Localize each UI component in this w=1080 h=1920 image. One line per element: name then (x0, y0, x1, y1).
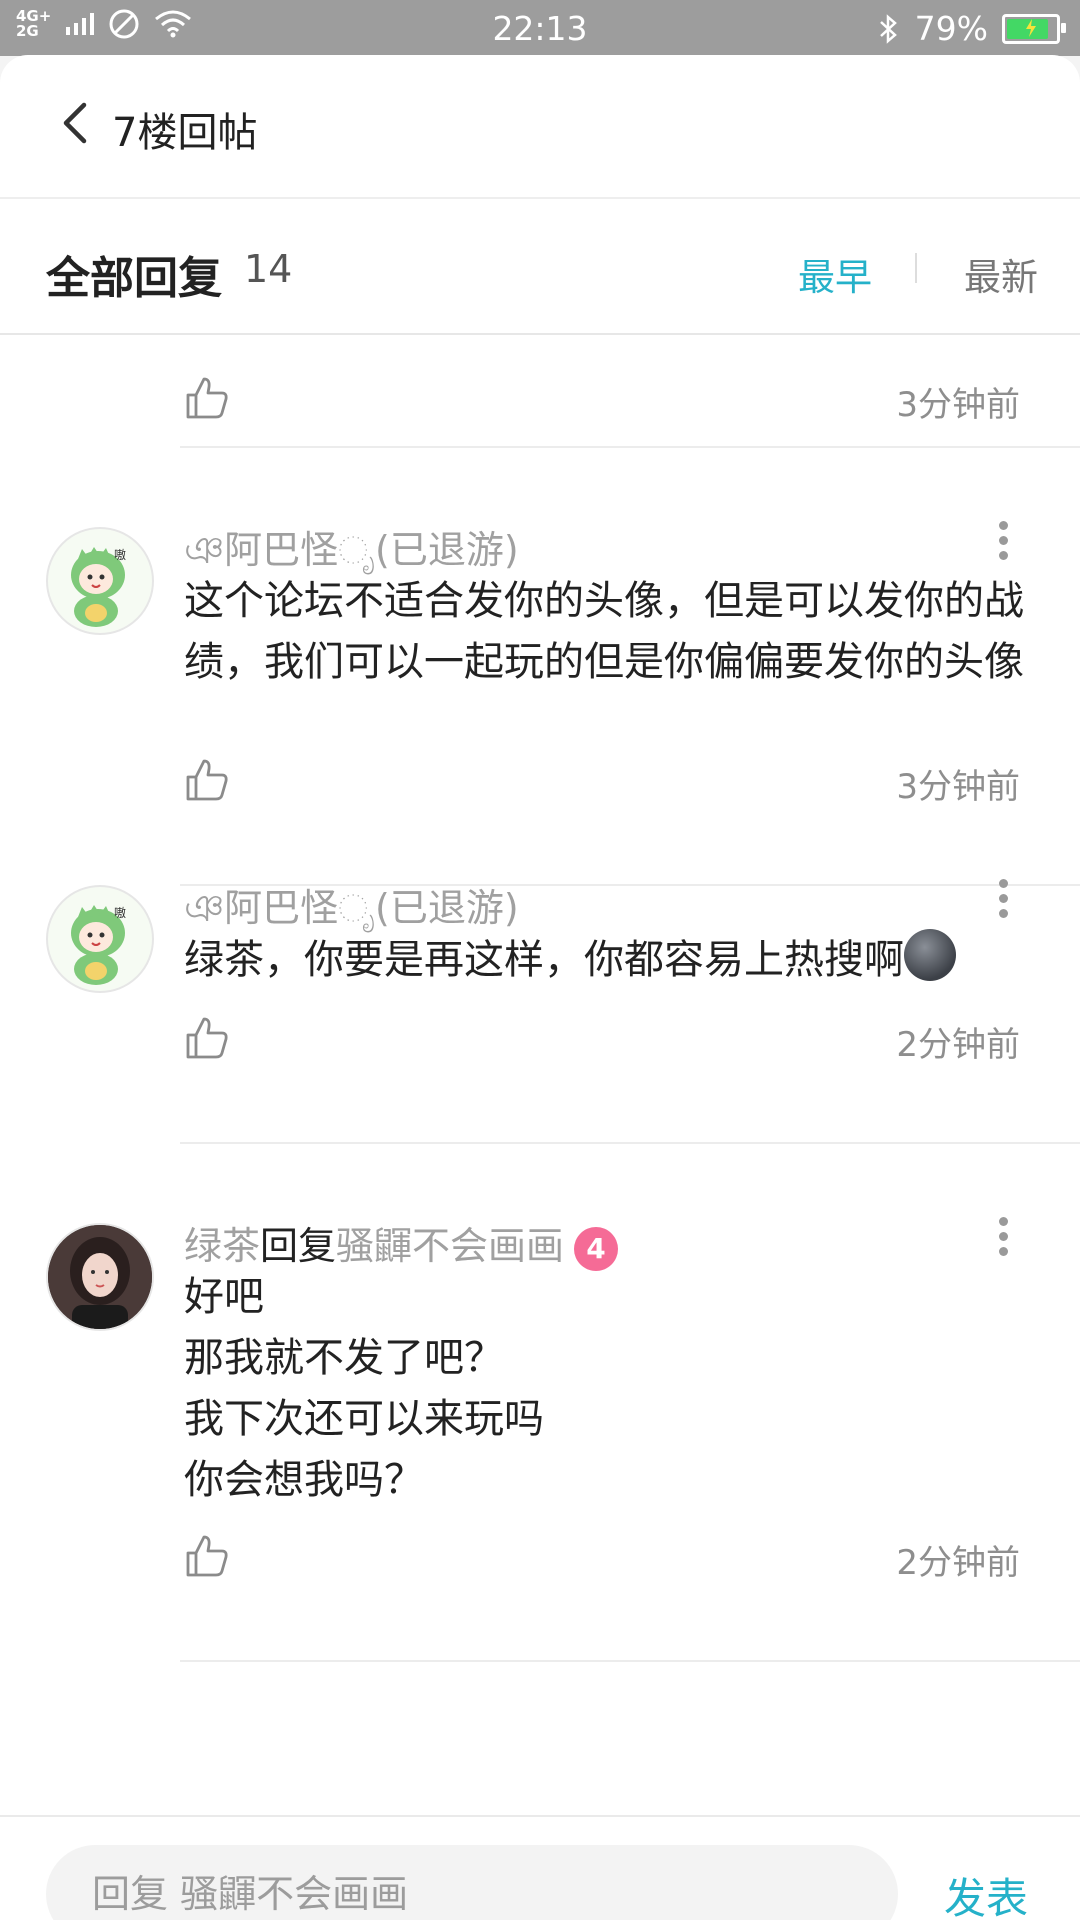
divider (180, 446, 1080, 448)
sort-newest-tab[interactable]: 最新 (964, 247, 1038, 301)
new-moon-emoji-icon (904, 929, 956, 981)
post-text: 绿茶，你要是再这样，你都容易上热搜啊 (184, 937, 904, 983)
svg-text:嗷: 嗷 (114, 548, 126, 562)
status-bar: 4G+ 2G 22:13 79% (0, 0, 1080, 56)
list-item: 嗷 ঞ阿巴怪ೃ(已退游) 这个论坛不适合发你的头像，但是可以发你的战绩，我们可以… (0, 521, 1080, 965)
reply-bar: 发表 (0, 1815, 1080, 1920)
page-title: 7楼回帖 (112, 110, 258, 156)
avatar[interactable]: 嗷 (46, 885, 154, 993)
divider (180, 1142, 1080, 1144)
level-badge: 4 (574, 1226, 619, 1271)
avatar[interactable]: 嗷 (46, 527, 154, 635)
avatar[interactable] (46, 1223, 154, 1331)
like-icon[interactable] (184, 757, 230, 803)
more-options-button[interactable] (996, 1217, 1010, 1257)
reply-sheet: 7楼回帖 全部回复 14 最早 最新 3分钟前 嗷 ঞ阿巴怪ೃ(已退游) 这个论… (0, 55, 1080, 1920)
post-time: 3分钟前 (896, 385, 1020, 425)
battery-tip (1061, 22, 1066, 33)
more-options-button[interactable] (996, 521, 1010, 561)
like-icon[interactable] (184, 375, 230, 421)
post-time: 2分钟前 (896, 1543, 1020, 1583)
user-photo-avatar-icon (48, 1225, 152, 1329)
battery-icon (1002, 13, 1066, 44)
send-button[interactable]: 发表 (944, 1865, 1028, 1920)
content-line: 你会想我吗？ (184, 1457, 424, 1503)
all-replies-label: 全部回复 (46, 253, 222, 304)
more-options-button[interactable] (996, 879, 1010, 919)
post-time: 3分钟前 (896, 767, 1020, 807)
sort-divider (915, 253, 917, 283)
author-name[interactable]: 绿茶 (184, 1224, 260, 1268)
content-line: 我下次还可以来玩吗 (184, 1396, 544, 1442)
list-item: 3分钟前 (0, 335, 1080, 527)
reply-count: 14 (244, 247, 293, 291)
post-time: 2分钟前 (896, 1025, 1020, 1065)
dinosaur-avatar-icon: 嗷 (71, 547, 126, 627)
battery-percent: 79% (914, 9, 988, 48)
reply-word: 回复 (260, 1224, 337, 1268)
bluetooth-icon (879, 13, 897, 44)
like-icon[interactable] (184, 1015, 230, 1061)
reply-header: 绿茶回复骚鼲不会画画 4 (184, 1215, 619, 1271)
divider (180, 1660, 1080, 1662)
charging-icon (1026, 18, 1036, 37)
content-line: 那我就不发了吧？ (184, 1335, 504, 1381)
svg-text:嗷: 嗷 (114, 906, 126, 920)
reply-input[interactable] (46, 1845, 898, 1920)
post-content: 这个论坛不适合发你的头像，但是可以发你的战绩，我们可以一起玩的但是你偏偏要发你的… (184, 578, 1024, 685)
reply-target-name[interactable]: 骚鼲不会画画 (336, 1224, 564, 1268)
reply-list[interactable]: 3分钟前 嗷 ঞ阿巴怪ೃ(已退游) 这个论坛不适合发你的头像，但是可以发你的战绩… (0, 335, 1080, 1701)
post-content: 好吧 那我就不发了吧？ 我下次还可以来玩吗 你会想我吗？ (184, 1267, 1034, 1511)
like-icon[interactable] (184, 1533, 230, 1579)
status-right: 79% (877, 9, 1066, 48)
content-line: 好吧 (184, 1274, 264, 1320)
back-button[interactable] (52, 97, 104, 149)
sort-earliest-tab[interactable]: 最早 (798, 247, 872, 301)
list-item: 绿茶回复骚鼲不会画画 4 好吧 那我就不发了吧？ 我下次还可以来玩吗 你会想我吗？… (0, 1217, 1080, 1701)
sort-bar: 全部回复 14 最早 最新 (0, 199, 1080, 335)
post-content: 绿茶，你要是再这样，你都容易上热搜啊 (184, 929, 1034, 991)
header: 7楼回帖 (0, 55, 1080, 199)
dinosaur-avatar-icon: 嗷 (71, 905, 126, 985)
